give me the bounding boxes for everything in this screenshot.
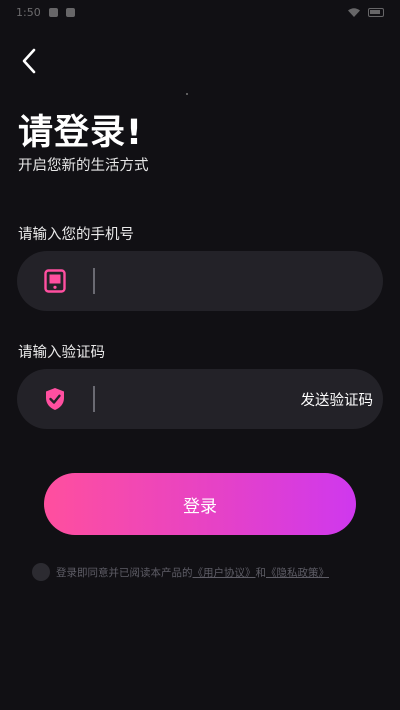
phone-icon-wrapper: [17, 251, 93, 311]
agreement-prefix: 登录即同意并已阅读本产品的: [56, 566, 193, 579]
code-field: 发送验证码: [17, 369, 383, 429]
page-title: 请登录!: [18, 113, 143, 153]
shield-check-icon: [46, 388, 64, 410]
chevron-left-icon: [22, 48, 36, 74]
user-agreement-link[interactable]: 《用户协议》: [193, 565, 256, 580]
status-time: 1:50: [16, 5, 41, 19]
agreement-row: 登录即同意并已阅读本产品的 《用户协议》 和 《隐私政策》: [32, 562, 392, 582]
notification-icon: [48, 7, 58, 17]
code-input[interactable]: [94, 369, 301, 429]
status-bar: 1:50: [0, 0, 400, 24]
wifi-icon: [348, 7, 360, 17]
phone-input[interactable]: [94, 251, 383, 311]
status-right: [348, 7, 384, 17]
back-button[interactable]: [12, 44, 46, 78]
status-left: 1:50: [16, 6, 75, 19]
page-subtitle: 开启您新的生活方式: [18, 158, 149, 174]
login-button[interactable]: 登录: [44, 473, 356, 535]
send-code-button[interactable]: 发送验证码: [301, 389, 386, 410]
battery-icon: [368, 7, 384, 17]
code-label: 请输入验证码: [18, 345, 105, 361]
phone-field: [17, 251, 383, 311]
login-screen: 1:50 请登录! 开启您新的生活方式 请输入您的手机号 请输入验证码 发送验证…: [0, 0, 400, 710]
privacy-policy-link[interactable]: 《隐私政策》: [266, 565, 329, 580]
phone-icon: [44, 269, 66, 293]
notification-icon-2: [65, 7, 75, 17]
agreement-conjunction: 和: [255, 566, 267, 579]
phone-label: 请输入您的手机号: [18, 227, 134, 243]
shield-icon-wrapper: [17, 369, 93, 429]
agreement-checkbox[interactable]: [32, 563, 50, 581]
decorative-dot: [186, 93, 188, 95]
